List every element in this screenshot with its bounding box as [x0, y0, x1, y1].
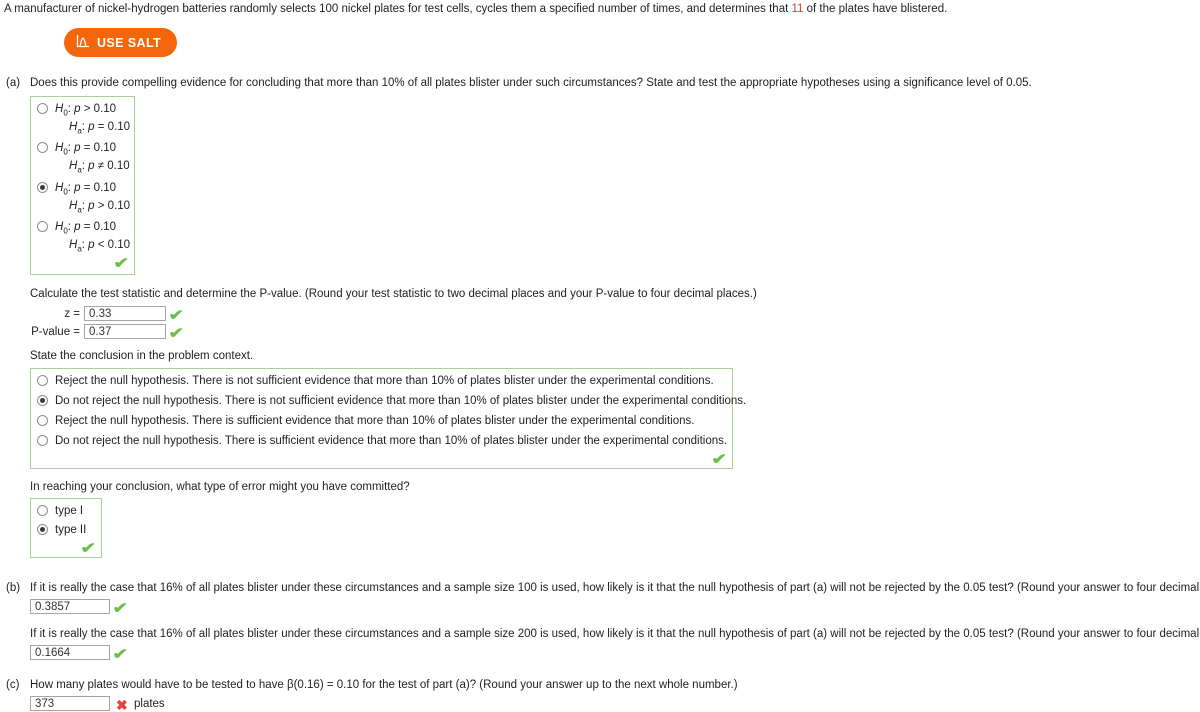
- conclusion-option-2-text: Do not reject the null hypothesis. There…: [55, 395, 747, 407]
- radio-hypothesis-4[interactable]: [37, 221, 48, 232]
- part-c-incorrect-icon: ✖: [116, 697, 128, 712]
- conclusion-options-box: Reject the null hypothesis. There is not…: [30, 368, 746, 469]
- part-c-label: (c): [6, 679, 20, 691]
- distribution-curve-icon: [76, 34, 90, 51]
- hypothesis-option-4-text: H0: p = 0.10 Ha: p < 0.10: [55, 221, 131, 254]
- z-input[interactable]: [84, 306, 166, 321]
- part-b-question-1: If it is really the case that 16% of all…: [30, 582, 1200, 594]
- radio-hypothesis-1[interactable]: [37, 103, 48, 114]
- radio-hypothesis-2[interactable]: [37, 142, 48, 153]
- error-option-type-ii-text: type II: [55, 524, 87, 536]
- part-c-question: How many plates would have to be tested …: [30, 679, 738, 691]
- error-type-options-box: type I type II ✔: [30, 498, 102, 558]
- part-b-question-2: If it is really the case that 16% of all…: [30, 628, 1200, 640]
- part-b-answer-2-input[interactable]: [30, 645, 110, 660]
- p-value-correct-icon: ✔: [168, 325, 185, 342]
- conclusion-prompt: State the conclusion in the problem cont…: [30, 350, 254, 362]
- radio-conclusion-4[interactable]: [37, 435, 48, 446]
- radio-type-i[interactable]: [37, 505, 48, 516]
- hypothesis-option-1[interactable]: H0: p > 0.10 Ha: p = 0.10: [37, 102, 130, 139]
- radio-hypothesis-3[interactable]: [37, 182, 48, 193]
- part-b-answer-1-correct-icon: ✔: [112, 600, 129, 617]
- p-value-label: P-value =: [31, 326, 80, 338]
- exercise-page: A manufacturer of nickel-hydrogen batter…: [0, 0, 1200, 712]
- conclusion-correct-icon: ✔: [711, 451, 728, 468]
- error-option-type-ii[interactable]: type II: [37, 523, 86, 537]
- conclusion-option-1[interactable]: Reject the null hypothesis. There is not…: [37, 374, 714, 388]
- hypothesis-option-2[interactable]: H0: p = 0.10 Ha: p ≠ 0.10: [37, 141, 130, 178]
- conclusion-option-1-text: Reject the null hypothesis. There is not…: [55, 375, 714, 387]
- conclusion-option-3[interactable]: Reject the null hypothesis. There is suf…: [37, 414, 694, 428]
- radio-conclusion-3[interactable]: [37, 415, 48, 426]
- problem-text-before: A manufacturer of nickel-hydrogen batter…: [4, 3, 792, 15]
- conclusion-option-4-text: Do not reject the null hypothesis. There…: [55, 435, 728, 447]
- hypothesis-option-3-text: H0: p = 0.10 Ha: p > 0.10: [55, 182, 131, 215]
- error-type-prompt: In reaching your conclusion, what type o…: [30, 481, 410, 493]
- error-option-type-i-text: type I: [55, 505, 84, 517]
- part-b-answer-2-correct-icon: ✔: [112, 646, 129, 663]
- problem-statement: A manufacturer of nickel-hydrogen batter…: [4, 2, 947, 16]
- hypothesis-option-2-text: H0: p = 0.10 Ha: p ≠ 0.10: [55, 142, 130, 175]
- hypothesis-correct-icon: ✔: [113, 255, 130, 272]
- p-value-input[interactable]: [84, 324, 166, 339]
- hypothesis-option-4[interactable]: H0: p = 0.10 Ha: p < 0.10: [37, 220, 130, 257]
- conclusion-option-3-text: Reject the null hypothesis. There is suf…: [55, 415, 695, 427]
- radio-conclusion-2[interactable]: [37, 395, 48, 406]
- test-statistic-instruction: Calculate the test statistic and determi…: [30, 288, 757, 300]
- radio-conclusion-1[interactable]: [37, 375, 48, 386]
- part-b-label: (b): [6, 582, 21, 594]
- use-salt-label: USE SALT: [97, 35, 162, 50]
- z-label: z =: [64, 308, 80, 320]
- use-salt-button[interactable]: USE SALT: [64, 28, 178, 57]
- part-c-unit-label: plates: [134, 698, 165, 710]
- hypothesis-option-3[interactable]: H0: p = 0.10 Ha: p > 0.10: [37, 181, 130, 218]
- hypothesis-option-1-text: H0: p > 0.10 Ha: p = 0.10: [55, 103, 131, 136]
- radio-type-ii[interactable]: [37, 524, 48, 535]
- hypothesis-options-box: H0: p > 0.10 Ha: p = 0.10 H0: p = 0.10 H…: [30, 96, 135, 275]
- part-a-label: (a): [6, 77, 21, 89]
- z-correct-icon: ✔: [168, 307, 185, 324]
- problem-text-after: of the plates have blistered.: [803, 3, 948, 15]
- part-a-question: Does this provide compelling evidence fo…: [30, 77, 1032, 89]
- conclusion-option-4[interactable]: Do not reject the null hypothesis. There…: [37, 434, 727, 448]
- conclusion-option-2[interactable]: Do not reject the null hypothesis. There…: [37, 394, 746, 408]
- part-b-answer-1-input[interactable]: [30, 599, 110, 614]
- part-c-answer-input[interactable]: [30, 696, 110, 711]
- error-option-type-i[interactable]: type I: [37, 504, 83, 518]
- error-type-correct-icon: ✔: [80, 540, 97, 557]
- blistered-count: 11: [791, 3, 804, 15]
